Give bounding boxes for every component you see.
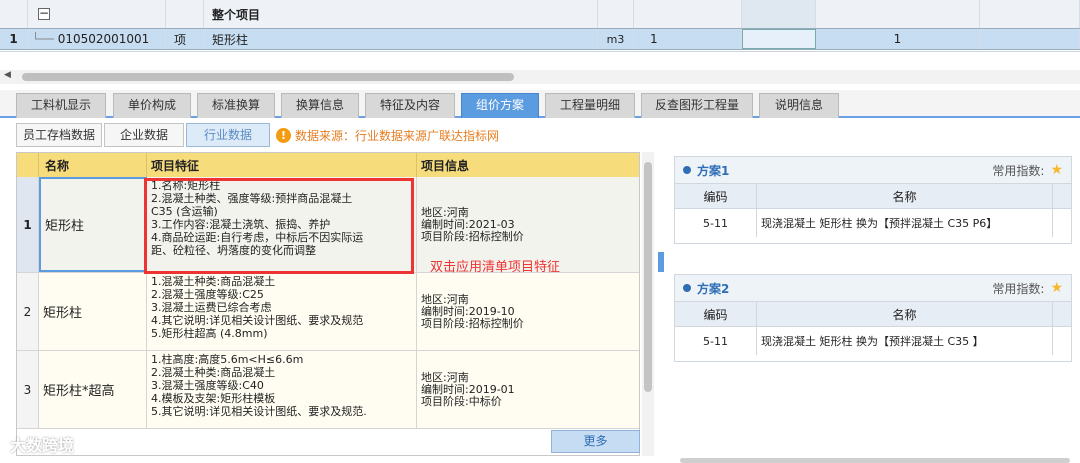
col-feature: 项目特征 <box>147 153 417 177</box>
plan-title: 方案1 <box>697 163 730 178</box>
col-info: 项目信息 <box>421 158 470 173</box>
tab-pricing-plan[interactable]: 组价方案 <box>461 93 539 118</box>
feature-cell[interactable]: 1.柱高度:高度5.6m<H≤6.6m 2.混凝土种类:商品混凝土 3.混凝土强… <box>147 351 417 428</box>
project-name: 整个项目 <box>204 0 598 28</box>
bill-type: 项 <box>166 29 204 49</box>
detail-tabbar: 工料机显示 单价构成 标准换算 换算信息 特征及内容 组价方案 工程量明细 反查… <box>0 90 1080 118</box>
horizontal-scrollbar[interactable] <box>680 458 1070 463</box>
plan-row[interactable]: 5-11 现浇混凝土 矩形柱 换为【预拌混凝土 C35 P6】 <box>675 209 1071 237</box>
warning-icon: ! <box>276 128 291 143</box>
table-row[interactable]: 2 矩形柱 1.混凝土种类:商品混凝土 2.混凝土强度等级:C25 3.混凝土运… <box>17 273 639 351</box>
subtab-enterprise[interactable]: 企业数据 <box>104 123 184 147</box>
bill-name: 矩形柱 <box>204 29 598 49</box>
col-name: 名称 <box>39 153 147 177</box>
plan-title: 方案2 <box>697 281 730 296</box>
frequency-label: 常用指数: <box>992 163 1045 178</box>
selected-cell[interactable] <box>742 29 816 49</box>
collapse-toggle[interactable]: − <box>28 0 166 28</box>
scroll-thumb[interactable] <box>22 73 514 81</box>
row-number: 1 <box>0 29 28 49</box>
scroll-left-icon[interactable]: ◀ <box>4 70 11 80</box>
tab-reverse-graphic[interactable]: 反查图形工程量 <box>641 93 753 118</box>
annotation-hint: 双击应用清单项目特征 <box>430 260 561 275</box>
subtab-industry[interactable]: 行业数据 <box>186 123 270 147</box>
data-source-tabbar: 员工存档数据 企业数据 行业数据 ! 数据来源：行业数据来源广联达指标网 <box>0 120 1080 150</box>
star-icon[interactable]: ★ <box>1050 280 1063 296</box>
bill-quantity: 1 <box>634 29 742 49</box>
data-source-notice: ! 数据来源：行业数据来源广联达指标网 <box>276 127 499 144</box>
bill-grid: − 整个项目 1 └── 010502001001 项 矩形柱 m3 1 1 <box>0 0 1080 52</box>
bill-value: 1 <box>816 29 980 49</box>
table-header: 名称 项目特征 项目信息 <box>17 153 639 177</box>
bill-unit: m3 <box>598 29 634 49</box>
tab-notes[interactable]: 说明信息 <box>759 93 839 118</box>
panel-splitter[interactable] <box>658 252 664 272</box>
grid-header-row: − 整个项目 <box>0 0 1080 28</box>
bullet-icon <box>683 166 691 174</box>
tab-standard-conversion[interactable]: 标准换算 <box>197 93 275 118</box>
bullet-icon <box>683 284 691 292</box>
plan-card: 方案1 常用指数: ★ 编码 名称 5-11 现浇混凝土 矩形柱 换为【预拌混凝… <box>674 156 1072 244</box>
row-indicator <box>0 0 28 28</box>
tab-material[interactable]: 工料机显示 <box>16 93 106 118</box>
vertical-scrollbar[interactable] <box>642 152 654 456</box>
plan-card: 方案2 常用指数: ★ 编码 名称 5-11 现浇混凝土 矩形柱 换为【预拌混凝… <box>674 274 1072 362</box>
minus-icon[interactable]: − <box>38 7 50 20</box>
feature-cell[interactable]: 1.混凝土种类:商品混凝土 2.混凝土强度等级:C25 3.混凝土运费已综合考虑… <box>147 273 417 350</box>
scroll-thumb[interactable] <box>644 162 652 392</box>
frequency-label: 常用指数: <box>992 281 1045 296</box>
bill-row[interactable]: 1 └── 010502001001 项 矩形柱 m3 1 1 <box>0 28 1080 50</box>
star-icon[interactable]: ★ <box>1050 162 1063 178</box>
tab-unit-price[interactable]: 单价构成 <box>113 93 191 118</box>
highlight-box <box>144 178 414 274</box>
tab-quantity-detail[interactable]: 工程量明细 <box>545 93 635 118</box>
more-button[interactable]: 更多 <box>551 430 640 453</box>
subtab-employee-archive[interactable]: 员工存档数据 <box>16 123 102 147</box>
horizontal-scrollbar[interactable]: ◀ <box>0 70 1080 84</box>
plan-row[interactable]: 5-11 现浇混凝土 矩形柱 换为【预拌混凝土 C35 】 <box>675 327 1071 355</box>
table-row[interactable]: 3 矩形柱*超高 1.柱高度:高度5.6m<H≤6.6m 2.混凝土种类:商品混… <box>17 351 639 429</box>
bill-code: └── 010502001001 <box>28 29 166 49</box>
watermark: 大数跨境 <box>10 436 75 455</box>
tab-conversion-info[interactable]: 换算信息 <box>281 93 359 118</box>
tab-features[interactable]: 特征及内容 <box>365 93 455 118</box>
